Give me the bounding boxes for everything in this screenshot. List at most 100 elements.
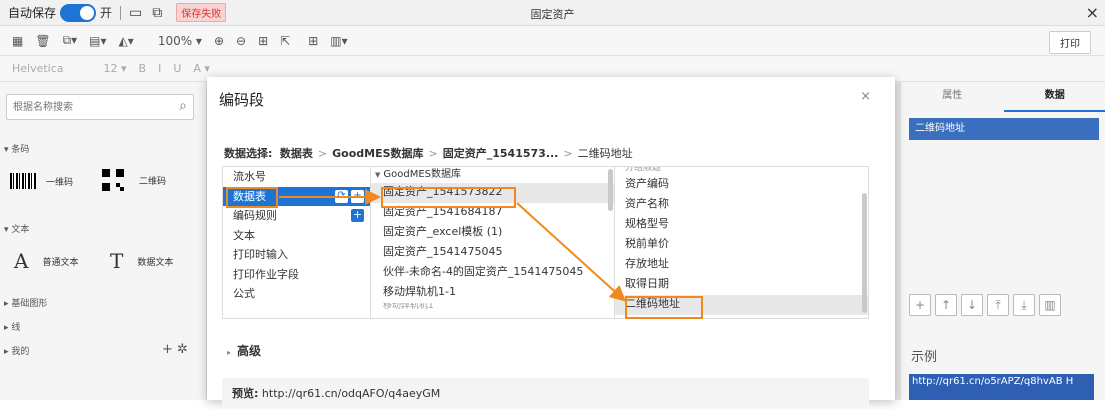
add-icon[interactable]: +	[351, 209, 364, 222]
section-lines[interactable]: ▸ 线	[4, 320, 20, 333]
divider	[120, 6, 121, 20]
move-down-icon[interactable]: ↓	[961, 294, 983, 316]
breadcrumb: 数据选择: 数据表>GoodMES数据库>固定资产_1541573...>二维码…	[224, 145, 633, 161]
font-family-select[interactable]: Helvetica	[12, 62, 64, 75]
barcode-component[interactable]: 一维码	[10, 173, 73, 189]
search-input[interactable]	[7, 95, 157, 119]
table-icon[interactable]: ⊞	[308, 34, 318, 48]
highlight-box	[381, 187, 516, 208]
list-item[interactable]: 移动焊轨机1	[371, 303, 614, 313]
list-item[interactable]: 移动焊轨机1-1	[371, 283, 614, 303]
tab-properties[interactable]: 属性	[901, 82, 1004, 112]
list-item[interactable]: 公式	[223, 284, 370, 304]
list-item[interactable]: 编码规则 +	[223, 206, 370, 226]
section-text[interactable]: ▾ 文本	[4, 222, 29, 235]
list-item[interactable]: 打印时输入	[223, 245, 370, 265]
list-item[interactable]: 税前单价	[615, 235, 868, 255]
border-icon[interactable]: ▥▾	[330, 34, 347, 48]
data-selector: 流水号 数据表 ⟳ + 编码规则 + 文本 打印时输入 打印作业字段 公式 ▼G…	[222, 166, 869, 319]
breadcrumb-label: 数据选择:	[224, 147, 272, 160]
zoom-select[interactable]: 100% ▾	[158, 34, 202, 48]
scrollbar[interactable]	[608, 169, 613, 211]
underline-button[interactable]: U	[173, 62, 181, 75]
zoom-out-icon[interactable]: ⊖	[236, 34, 246, 48]
normal-text-icon: A	[14, 249, 28, 273]
code-segment-dialog: 编码段 × 数据选择: 数据表>GoodMES数据库>固定资产_1541573.…	[207, 77, 895, 400]
section-barcode[interactable]: ▾ 条码	[4, 142, 29, 155]
expand-icon: ▼	[375, 171, 380, 179]
highlight-box	[226, 187, 278, 208]
advanced-toggle[interactable]: ▸高级	[227, 342, 261, 359]
add-icon[interactable]: +	[909, 294, 931, 316]
list-item[interactable]: 伙伴-未命名-4的固定资产_1541475045	[371, 263, 614, 283]
list-item[interactable]: 文本	[223, 226, 370, 246]
barcode-label: 一维码	[46, 175, 73, 188]
component-panel: ⌕ ▾ 条码 一维码 二维码 ▾ 文本 A 普通文本 T 数据文本 ▸ 基础图形…	[0, 82, 207, 400]
breadcrumb-step-database[interactable]: GoodMES数据库	[332, 147, 423, 160]
advanced-label: 高级	[237, 344, 261, 358]
tab-data[interactable]: 数据	[1004, 82, 1105, 112]
export-icon[interactable]: ⇱	[280, 34, 290, 48]
selected-field[interactable]: 二维码地址	[909, 118, 1099, 140]
layer-icon[interactable]: ⧉▾	[63, 33, 78, 48]
delete-icon[interactable]: ▥	[1039, 294, 1061, 316]
move-up-icon[interactable]: ↑	[935, 294, 957, 316]
preview-value: http://qr61.cn/odqAFO/q4aeyGM	[262, 387, 440, 400]
qrcode-component[interactable]: 二维码	[102, 169, 166, 191]
section-shapes[interactable]: ▸ 基础图形	[4, 296, 47, 309]
align-icon[interactable]: ◭▾	[119, 34, 134, 48]
section-mine[interactable]: ▸ 我的	[4, 344, 29, 357]
close-icon[interactable]: ×	[860, 89, 871, 104]
font-size-select[interactable]: 12 ▾	[104, 62, 127, 75]
qrcode-label: 二维码	[139, 174, 166, 187]
list-item[interactable]: 固定资产_excel模板 (1)	[371, 223, 614, 243]
zoom-in-icon[interactable]: ⊕	[214, 34, 224, 48]
mine-actions[interactable]: + ✲	[162, 342, 188, 357]
database-name: GoodMES数据库	[383, 169, 461, 180]
breadcrumb-separator: >	[429, 147, 438, 160]
autosave-toggle[interactable]	[60, 4, 96, 22]
save-icon[interactable]: ▭	[129, 5, 142, 21]
example-label: 示例	[911, 346, 937, 365]
breadcrumb-separator: >	[318, 147, 327, 160]
copy-icon[interactable]: ▤▾	[89, 34, 106, 48]
move-bottom-icon[interactable]: ⤓	[1013, 294, 1035, 316]
add-icon[interactable]: +	[351, 190, 364, 203]
list-item[interactable]: 取得日期	[615, 275, 868, 295]
list-item[interactable]: 打印作业字段	[223, 265, 370, 285]
print-button[interactable]: 打印	[1049, 31, 1091, 54]
list-item[interactable]: 存放地址	[615, 255, 868, 275]
item-actions: ⟳ +	[332, 190, 364, 203]
normal-text-component[interactable]: A 普通文本	[14, 249, 78, 273]
breadcrumb-step-asset-table[interactable]: 固定资产_1541573...	[443, 147, 559, 160]
list-item[interactable]: 固定资产_1541475045	[371, 243, 614, 263]
list-item[interactable]: 流水号	[223, 167, 370, 187]
breadcrumb-step-table[interactable]: 数据表	[280, 147, 313, 160]
database-header[interactable]: ▼GoodMES数据库	[371, 167, 614, 183]
close-icon[interactable]: ×	[1086, 3, 1099, 22]
save-as-icon[interactable]: ⧉	[152, 5, 162, 21]
bold-button[interactable]: B	[139, 62, 147, 75]
delete-icon[interactable]: 🗑	[35, 34, 50, 48]
refresh-icon[interactable]: ⟳	[335, 190, 348, 203]
autosave-label: 自动保存	[8, 4, 56, 21]
panel-tabs: 属性 数据	[901, 82, 1105, 112]
italic-button[interactable]: I	[158, 62, 161, 75]
list-item[interactable]: 资产编码	[615, 175, 868, 195]
data-text-component[interactable]: T 数据文本	[110, 249, 173, 273]
font-color-button[interactable]: A ▾	[193, 62, 210, 75]
list-item[interactable]: 分组顺题	[615, 167, 868, 175]
field-actions: + ↑ ↓ ⤒ ⤓ ▥	[909, 294, 1065, 316]
preview-label: 预览:	[232, 387, 258, 400]
scrollbar[interactable]	[862, 193, 867, 313]
move-top-icon[interactable]: ⤒	[987, 294, 1009, 316]
save-status-badge: 保存失败	[176, 3, 226, 22]
fit-icon[interactable]: ⊞	[258, 34, 268, 48]
list-item[interactable]: 规格型号	[615, 215, 868, 235]
grid-icon[interactable]: ▦	[12, 34, 23, 48]
search-field[interactable]: ⌕	[6, 94, 194, 120]
list-item[interactable]: 资产名称	[615, 195, 868, 215]
data-text-label: 数据文本	[137, 255, 173, 268]
search-icon[interactable]: ⌕	[179, 98, 187, 114]
breadcrumb-separator: >	[563, 147, 572, 160]
